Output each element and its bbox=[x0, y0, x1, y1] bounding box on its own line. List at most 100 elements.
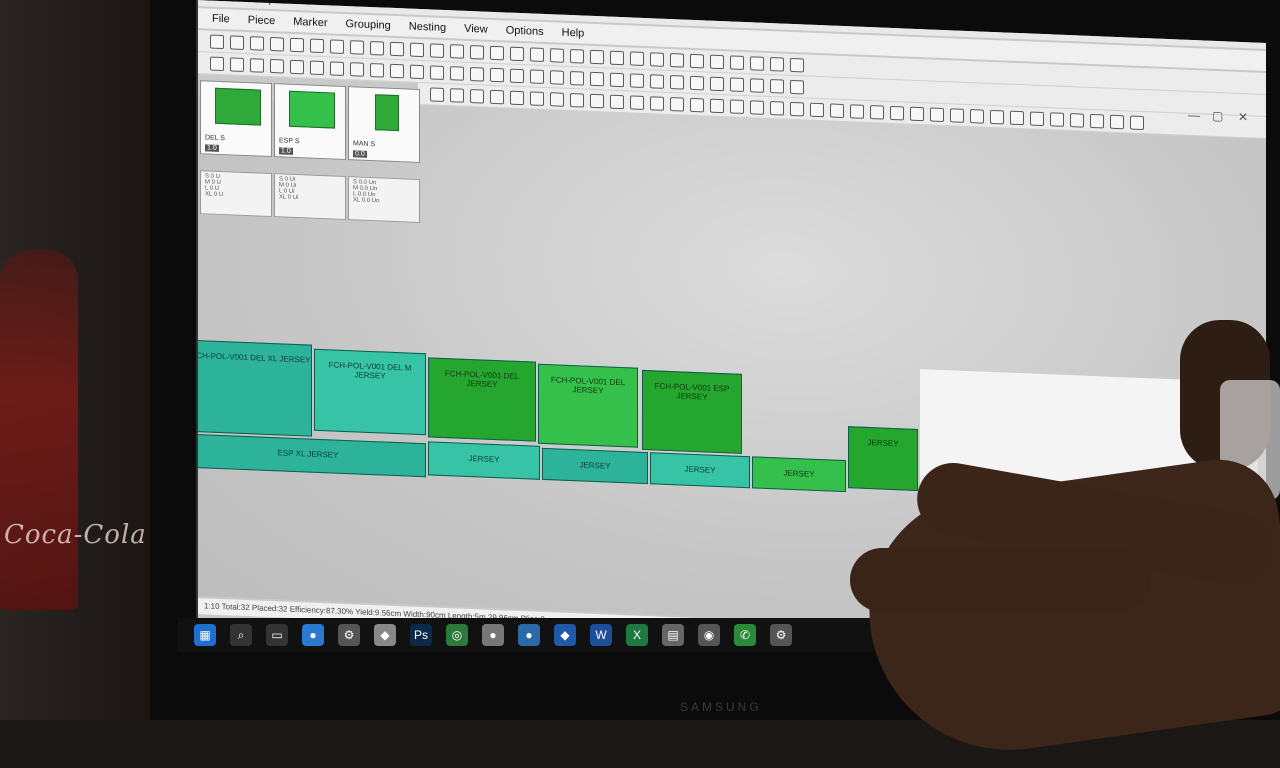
piece-thumbnail[interactable]: DEL S 1.0 bbox=[200, 80, 272, 158]
toolbar-button-icon[interactable] bbox=[510, 90, 524, 105]
toolbar-button-icon[interactable] bbox=[470, 44, 484, 60]
menu-piece[interactable]: Piece bbox=[248, 14, 276, 27]
toolbar-button-icon[interactable] bbox=[410, 64, 424, 79]
toolbar-button-icon[interactable] bbox=[510, 46, 524, 61]
minimize-icon[interactable]: — bbox=[1188, 108, 1200, 122]
toolbar-button-icon[interactable] bbox=[950, 107, 964, 123]
toolbar-button-icon[interactable] bbox=[450, 87, 464, 103]
whatsapp-icon[interactable]: ✆ bbox=[734, 624, 756, 646]
toolbar-button-icon[interactable] bbox=[230, 34, 244, 50]
search-icon[interactable]: ⌕ bbox=[230, 624, 252, 646]
toolbar-button-icon[interactable] bbox=[710, 54, 724, 69]
toolbar-button-icon[interactable] bbox=[490, 45, 504, 60]
toolbar-button-icon[interactable] bbox=[530, 90, 544, 106]
toolbar-button-icon[interactable] bbox=[270, 36, 284, 52]
toolbar-button-icon[interactable] bbox=[610, 50, 624, 65]
toolbar-button-icon[interactable] bbox=[210, 56, 224, 71]
marker-piece[interactable]: JERSEY bbox=[542, 447, 648, 485]
app-icon[interactable]: ◆ bbox=[554, 624, 576, 646]
toolbar-button-icon[interactable] bbox=[310, 38, 324, 53]
menu-grouping[interactable]: Grouping bbox=[346, 18, 391, 32]
toolbar-button-icon[interactable] bbox=[490, 89, 504, 104]
toolbar-button-icon[interactable] bbox=[570, 70, 584, 86]
toolbar-button-icon[interactable] bbox=[590, 93, 604, 108]
folder-icon[interactable]: ▤ bbox=[662, 624, 684, 646]
toolbar-button-icon[interactable] bbox=[810, 102, 824, 117]
word-icon[interactable]: W bbox=[590, 624, 612, 646]
toolbar-button-icon[interactable] bbox=[890, 105, 904, 120]
toolbar-button-icon[interactable] bbox=[430, 86, 444, 102]
settings-icon[interactable]: ⚙ bbox=[338, 624, 360, 646]
toolbar-button-icon[interactable] bbox=[390, 63, 404, 78]
app-icon[interactable]: ● bbox=[302, 624, 324, 646]
menu-marker[interactable]: Marker bbox=[293, 16, 327, 29]
toolbar-button-icon[interactable] bbox=[550, 47, 564, 63]
app-icon[interactable]: ◆ bbox=[374, 624, 396, 646]
toolbar-button-icon[interactable] bbox=[990, 109, 1004, 124]
toolbar-button-icon[interactable] bbox=[370, 40, 384, 56]
toolbar-button-icon[interactable] bbox=[510, 68, 524, 83]
toolbar-button-icon[interactable] bbox=[910, 106, 924, 121]
toolbar-button-icon[interactable] bbox=[750, 77, 764, 93]
toolbar-button-icon[interactable] bbox=[690, 75, 704, 90]
toolbar-button-icon[interactable] bbox=[630, 50, 644, 66]
toolbar-button-icon[interactable] bbox=[350, 39, 364, 55]
close-icon[interactable]: ✕ bbox=[1238, 110, 1248, 124]
toolbar-button-icon[interactable] bbox=[750, 99, 764, 115]
toolbar-button-icon[interactable] bbox=[470, 88, 484, 104]
toolbar-button-icon[interactable] bbox=[670, 52, 684, 68]
toolbar-button-icon[interactable] bbox=[590, 49, 604, 64]
toolbar-button-icon[interactable] bbox=[670, 96, 684, 112]
toolbar-button-icon[interactable] bbox=[330, 60, 344, 76]
toolbar-button-icon[interactable] bbox=[470, 66, 484, 82]
toolbar-button-icon[interactable] bbox=[630, 72, 644, 88]
marker-piece[interactable]: JERSEY bbox=[848, 426, 918, 491]
toolbar-button-icon[interactable] bbox=[850, 103, 864, 119]
toolbar-button-icon[interactable] bbox=[750, 55, 764, 71]
toolbar-button-icon[interactable] bbox=[730, 54, 744, 70]
toolbar-button-icon[interactable] bbox=[550, 69, 564, 85]
marker-piece[interactable]: JERSEY bbox=[650, 452, 750, 489]
toolbar-button-icon[interactable] bbox=[290, 37, 304, 52]
toolbar-button-icon[interactable] bbox=[630, 94, 644, 110]
toolbar-button-icon[interactable] bbox=[350, 61, 364, 77]
toolbar-button-icon[interactable] bbox=[690, 53, 704, 68]
toolbar-button-icon[interactable] bbox=[650, 73, 664, 89]
toolbar-button-icon[interactable] bbox=[1110, 114, 1124, 129]
toolbar-button-icon[interactable] bbox=[610, 72, 624, 87]
menu-view[interactable]: View bbox=[464, 23, 488, 36]
menu-nesting[interactable]: Nesting bbox=[409, 21, 446, 34]
toolbar-button-icon[interactable] bbox=[570, 48, 584, 64]
menu-options[interactable]: Options bbox=[506, 24, 544, 38]
chrome-icon[interactable]: ◉ bbox=[698, 624, 720, 646]
toolbar-button-icon[interactable] bbox=[790, 57, 804, 72]
toolbar-button-icon[interactable] bbox=[430, 42, 444, 58]
toolbar-button-icon[interactable] bbox=[1070, 112, 1084, 128]
menu-file[interactable]: File bbox=[212, 13, 230, 26]
toolbar-button-icon[interactable] bbox=[330, 38, 344, 54]
toolbar-button-icon[interactable] bbox=[490, 67, 504, 82]
toolbar-button-icon[interactable] bbox=[370, 62, 384, 78]
marker-piece[interactable]: FCH-POL-V001 DEL M JERSEY bbox=[314, 348, 426, 436]
app-icon[interactable]: ● bbox=[482, 624, 504, 646]
toolbar-button-icon[interactable] bbox=[930, 106, 944, 122]
piece-thumbnail[interactable]: MAN S 0.0 bbox=[348, 86, 420, 163]
toolbar-button-icon[interactable] bbox=[250, 57, 264, 73]
toolbar-button-icon[interactable] bbox=[390, 41, 404, 56]
toolbar-button-icon[interactable] bbox=[230, 56, 244, 72]
toolbar-button-icon[interactable] bbox=[310, 60, 324, 75]
toolbar-button-icon[interactable] bbox=[1010, 110, 1024, 125]
toolbar-button-icon[interactable] bbox=[530, 68, 544, 84]
toolbar-button-icon[interactable] bbox=[790, 101, 804, 116]
photoshop-icon[interactable]: Ps bbox=[410, 624, 432, 646]
maximize-icon[interactable]: ▢ bbox=[1212, 109, 1223, 123]
toolbar-button-icon[interactable] bbox=[650, 95, 664, 111]
menu-help[interactable]: Help bbox=[562, 27, 585, 40]
toolbar-button-icon[interactable] bbox=[1050, 111, 1064, 127]
toolbar-button-icon[interactable] bbox=[430, 64, 444, 80]
toolbar-button-icon[interactable] bbox=[970, 108, 984, 124]
toolbar-button-icon[interactable] bbox=[1090, 113, 1104, 128]
toolbar-button-icon[interactable] bbox=[410, 42, 424, 57]
toolbar-button-icon[interactable] bbox=[250, 35, 264, 51]
toolbar-button-icon[interactable] bbox=[710, 98, 724, 113]
